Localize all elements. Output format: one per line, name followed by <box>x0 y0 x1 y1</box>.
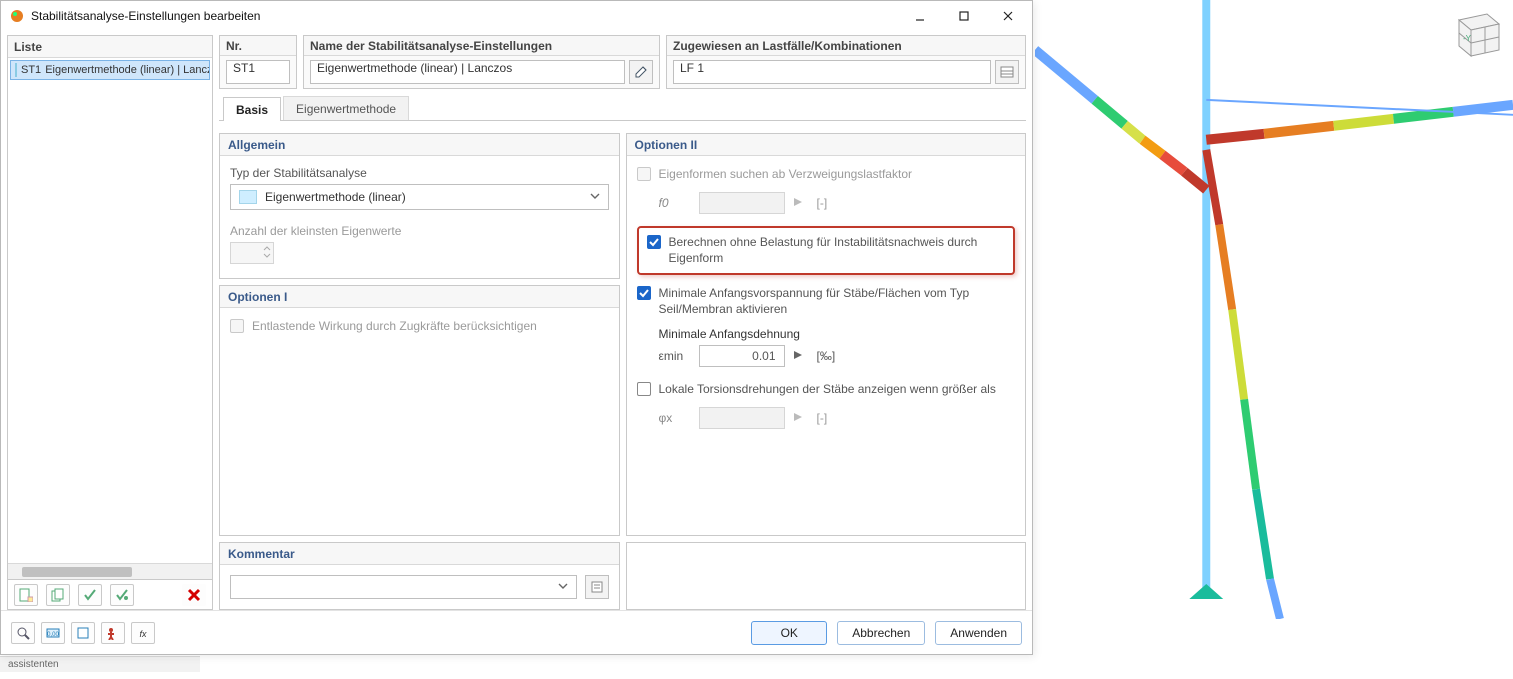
dialog-title: Stabilitätsanalyse-Einstellungen bearbei… <box>31 9 898 23</box>
assign-input[interactable]: LF 1 <box>673 60 991 84</box>
optionen2-group: Optionen II Eigenformen suchen ab Verzwe… <box>626 133 1027 536</box>
count-label: Anzahl der kleinsten Eigenwerte <box>230 224 609 238</box>
empty-panel <box>626 542 1027 610</box>
list-item-swatch <box>15 63 17 77</box>
optionen1-group: Optionen I Entlastende Wirkung durch Zug… <box>219 285 620 536</box>
torsion-checkbox-row[interactable]: Lokale Torsionsdrehungen der Stäbe anzei… <box>637 381 1016 397</box>
chevron-down-icon <box>590 190 600 204</box>
emin-spinner[interactable]: 0.01 <box>699 345 785 367</box>
type-select[interactable]: Eigenwertmethode (linear) <box>230 184 609 210</box>
list-item[interactable]: ST1 Eigenwertmethode (linear) | Lancz <box>10 60 210 80</box>
check-button-2[interactable] <box>110 584 134 606</box>
dialog-titlebar: Stabilitätsanalyse-Einstellungen bearbei… <box>1 1 1032 31</box>
assistent-strip: assistenten <box>0 656 200 672</box>
assign-select-button[interactable] <box>995 60 1019 84</box>
apply-button[interactable]: Anwenden <box>935 621 1022 645</box>
stability-settings-dialog: Stabilitätsanalyse-Einstellungen bearbei… <box>0 0 1033 655</box>
tab-row: Basis Eigenwertmethode <box>219 95 1026 121</box>
list-toolbar <box>7 580 213 610</box>
play-icon[interactable] <box>793 349 803 363</box>
square-button[interactable] <box>71 622 95 644</box>
window-minimize-button[interactable] <box>898 2 942 30</box>
eigenforms-checkbox-row: Eigenformen suchen ab Verzweigungslastfa… <box>637 166 1016 182</box>
calc-checkbox-row[interactable]: Berechnen ohne Belastung für Instabilitä… <box>647 234 1006 266</box>
list-header: Liste <box>8 36 212 58</box>
kommentar-header: Kommentar <box>220 543 619 565</box>
type-value: Eigenwertmethode (linear) <box>265 190 406 204</box>
tab-eigenwertmethode[interactable]: Eigenwertmethode <box>283 96 409 120</box>
name-input[interactable]: Eigenwertmethode (linear) | Lanczos <box>310 60 625 84</box>
minpre-checkbox[interactable] <box>637 286 651 300</box>
structural-model-viewport[interactable] <box>1035 0 1513 619</box>
emin-symbol: εmin <box>659 349 691 363</box>
nr-panel: Nr. ST1 <box>219 35 297 89</box>
f0-spinner <box>699 192 785 214</box>
nr-input[interactable]: ST1 <box>226 60 290 84</box>
window-close-button[interactable] <box>986 2 1030 30</box>
phix-unit: [-] <box>817 411 828 425</box>
type-swatch <box>239 190 257 204</box>
svg-text:0,00: 0,00 <box>47 632 59 638</box>
window-maximize-button[interactable] <box>942 2 986 30</box>
app-icon <box>9 8 25 24</box>
chevron-down-icon <box>558 580 568 594</box>
nr-header: Nr. <box>220 36 296 56</box>
kommentar-combobox[interactable] <box>230 575 577 599</box>
allgemein-group: Allgemein Typ der Stabilitätsanalyse Eig… <box>219 133 620 279</box>
dialog-button-row: 0,00 fx OK Abbrechen Anwenden <box>1 610 1032 654</box>
optionen2-header: Optionen II <box>627 134 1026 156</box>
copy-button[interactable] <box>46 584 70 606</box>
torsion-label: Lokale Torsionsdrehungen der Stäbe anzei… <box>659 381 996 397</box>
fx-button[interactable]: fx <box>131 622 155 644</box>
numbers-button[interactable]: 0,00 <box>41 622 65 644</box>
check-button-1[interactable] <box>78 584 102 606</box>
list-horizontal-scrollbar[interactable] <box>8 563 212 579</box>
type-label: Typ der Stabilitätsanalyse <box>230 166 609 180</box>
list-item-code: ST1 <box>21 64 41 76</box>
assign-header: Zugewiesen an Lastfälle/Kombinationen <box>667 36 1025 56</box>
phix-spinner <box>699 407 785 429</box>
svg-text:-Y: -Y <box>1463 34 1472 43</box>
count-spinner[interactable] <box>230 242 274 264</box>
f0-symbol: f0 <box>659 196 691 210</box>
play-icon <box>793 411 803 425</box>
calc-label: Berechnen ohne Belastung für Instabilitä… <box>669 234 1006 266</box>
f0-unit: [-] <box>817 196 828 210</box>
min-dehn-label: Minimale Anfangsdehnung <box>659 327 1016 341</box>
tab-basis[interactable]: Basis <box>223 97 281 121</box>
name-panel: Name der Stabilitätsanalyse-Einstellunge… <box>303 35 660 89</box>
assign-panel: Zugewiesen an Lastfälle/Kombinationen LF… <box>666 35 1026 89</box>
help-magnifier-button[interactable] <box>11 622 35 644</box>
list-item-label: Eigenwertmethode (linear) | Lancz <box>45 64 210 76</box>
eigenforms-label: Eigenformen suchen ab Verzweigungslastfa… <box>659 166 912 182</box>
torsion-checkbox[interactable] <box>637 382 651 396</box>
new-button[interactable] <box>14 584 38 606</box>
emin-unit: [‰] <box>817 349 836 363</box>
view-cube-gizmo[interactable]: -Y <box>1441 8 1507 66</box>
name-header: Name der Stabilitätsanalyse-Einstellunge… <box>304 36 659 56</box>
entlastende-checkbox-row: Entlastende Wirkung durch Zugkräfte berü… <box>230 318 609 334</box>
delete-button[interactable] <box>182 584 206 606</box>
entlastende-label: Entlastende Wirkung durch Zugkräfte berü… <box>252 318 537 334</box>
play-icon <box>793 196 803 210</box>
emin-value: 0.01 <box>752 349 775 363</box>
optionen1-header: Optionen I <box>220 286 619 308</box>
calc-checkbox[interactable] <box>647 235 661 249</box>
minpre-label: Minimale Anfangsvorspannung für Stäbe/Fl… <box>659 285 1016 317</box>
entlastende-checkbox <box>230 319 244 333</box>
list-panel: Liste ST1 Eigenwertmethode (linear) | La… <box>7 35 213 580</box>
figure-button[interactable] <box>101 622 125 644</box>
kommentar-edit-button[interactable] <box>585 575 609 599</box>
kommentar-group: Kommentar <box>219 542 620 610</box>
cancel-button[interactable]: Abbrechen <box>837 621 925 645</box>
ok-button[interactable]: OK <box>751 621 827 645</box>
svg-text:fx: fx <box>139 629 147 639</box>
eigenforms-checkbox <box>637 167 651 181</box>
minpre-checkbox-row[interactable]: Minimale Anfangsvorspannung für Stäbe/Fl… <box>637 285 1016 317</box>
allgemein-header: Allgemein <box>220 134 619 156</box>
phix-symbol: φx <box>659 411 691 425</box>
name-edit-button[interactable] <box>629 60 653 84</box>
